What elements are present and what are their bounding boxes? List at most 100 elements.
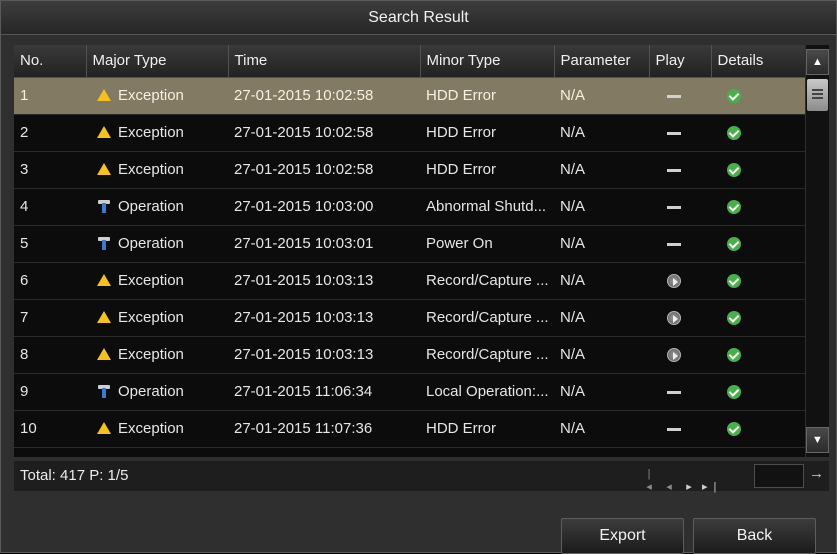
col-header-major-type[interactable]: Major Type xyxy=(86,45,229,78)
cell-details[interactable] xyxy=(711,225,805,263)
cell-details[interactable] xyxy=(711,262,805,300)
scroll-down-button[interactable]: ▼ xyxy=(806,427,829,453)
table-row[interactable]: 2 Exception 27-01-2015 10:02:58 HDD Error N/… xyxy=(14,114,805,152)
cell-parameter: N/A xyxy=(554,114,649,152)
go-arrow-icon[interactable]: → xyxy=(809,465,824,482)
cell-play xyxy=(649,151,711,189)
cell-no: 1 xyxy=(14,77,86,115)
cell-time: 27-01-2015 11:06:34 xyxy=(228,373,420,411)
page-number-input[interactable] xyxy=(754,464,804,488)
cell-details[interactable] xyxy=(711,77,805,115)
cell-details[interactable] xyxy=(711,188,805,226)
table-row[interactable]: 6 Exception 27-01-2015 10:03:13 Record/Capt… xyxy=(14,262,805,300)
major-type-label: Exception xyxy=(118,87,184,104)
table-row[interactable]: 5 Operation 27-01-2015 10:03:01 Power On N/A xyxy=(14,225,805,263)
details-check-icon[interactable] xyxy=(727,126,741,141)
cell-play xyxy=(649,410,711,448)
dash-icon xyxy=(667,94,681,98)
warning-icon xyxy=(96,87,112,104)
cell-no: 7 xyxy=(14,299,86,337)
scroll-up-button[interactable]: ▲ xyxy=(806,49,829,75)
details-check-icon[interactable] xyxy=(727,163,741,178)
cell-play[interactable] xyxy=(649,262,711,300)
table-row[interactable]: 4 Operation 27-01-2015 10:03:00 Abnormal Sh… xyxy=(14,188,805,226)
table-row[interactable]: 3 Exception 27-01-2015 10:02:58 HDD Error N/… xyxy=(14,151,805,189)
cell-minor-type: Record/Capture ... xyxy=(420,336,554,374)
play-icon[interactable] xyxy=(667,274,681,289)
cell-no: 5 xyxy=(14,225,86,263)
cell-no: 9 xyxy=(14,373,86,411)
operation-icon xyxy=(96,198,112,215)
cell-parameter: N/A xyxy=(554,410,649,448)
back-button[interactable]: Back xyxy=(693,518,816,554)
cell-play[interactable] xyxy=(649,336,711,374)
cell-major-type: Operation xyxy=(86,188,228,226)
table-row[interactable]: 9 Operation 27-01-2015 11:06:34 Local Opera… xyxy=(14,373,805,411)
warning-icon xyxy=(96,309,112,326)
play-icon[interactable] xyxy=(667,348,681,363)
cell-parameter: N/A xyxy=(554,225,649,263)
pagination-bar: Total: 417 P: 1/5 |◂ ◂ ▸ ▸| → xyxy=(14,461,829,493)
details-check-icon[interactable] xyxy=(727,237,741,252)
first-page-icon[interactable]: |◂ xyxy=(642,468,662,493)
major-type-label: Exception xyxy=(118,346,184,363)
details-check-icon[interactable] xyxy=(727,385,741,400)
details-check-icon[interactable] xyxy=(727,89,741,104)
cell-play xyxy=(649,114,711,152)
col-header-details[interactable]: Details xyxy=(711,45,805,78)
col-header-play[interactable]: Play xyxy=(649,45,712,78)
prev-page-icon[interactable]: ◂ xyxy=(662,480,682,493)
operation-icon xyxy=(96,383,112,400)
cell-time: 27-01-2015 10:03:13 xyxy=(228,299,420,337)
cell-details[interactable] xyxy=(711,151,805,189)
cell-no: 8 xyxy=(14,336,86,374)
col-header-minor-type[interactable]: Minor Type xyxy=(420,45,555,78)
cell-details[interactable] xyxy=(711,373,805,411)
cell-details[interactable] xyxy=(711,336,805,374)
major-type-label: Operation xyxy=(118,383,184,400)
export-button[interactable]: Export xyxy=(561,518,684,554)
cell-major-type: Exception xyxy=(86,299,228,337)
cell-play[interactable] xyxy=(649,299,711,337)
col-header-time[interactable]: Time xyxy=(228,45,421,78)
cell-time: 27-01-2015 10:03:01 xyxy=(228,225,420,263)
dash-icon xyxy=(667,131,681,135)
dash-icon xyxy=(667,427,681,431)
table-row-partial xyxy=(14,447,805,457)
cell-minor-type: Record/Capture ... xyxy=(420,299,554,337)
cell-play xyxy=(649,225,711,263)
details-check-icon[interactable] xyxy=(727,274,741,289)
scroll-thumb[interactable] xyxy=(807,79,828,111)
major-type-label: Exception xyxy=(118,309,184,326)
cell-time: 27-01-2015 10:03:00 xyxy=(228,188,420,226)
warning-icon xyxy=(96,272,112,289)
cell-parameter: N/A xyxy=(554,151,649,189)
major-type-label: Exception xyxy=(118,420,184,437)
cell-details[interactable] xyxy=(711,114,805,152)
col-header-parameter[interactable]: Parameter xyxy=(554,45,650,78)
details-check-icon[interactable] xyxy=(727,348,741,363)
cell-minor-type: HDD Error xyxy=(420,77,554,115)
cell-time: 27-01-2015 10:02:58 xyxy=(228,77,420,115)
dash-icon xyxy=(667,205,681,209)
table-row[interactable]: 7 Exception 27-01-2015 10:03:13 Record/Capt… xyxy=(14,299,805,337)
cell-details[interactable] xyxy=(711,299,805,337)
details-check-icon[interactable] xyxy=(727,311,741,326)
next-page-icon[interactable]: ▸ xyxy=(682,480,702,493)
table-row[interactable]: 1 Exception 27-01-2015 10:02:58 HDD Error N/… xyxy=(14,77,805,115)
cell-parameter: N/A xyxy=(554,299,649,337)
play-icon[interactable] xyxy=(667,311,681,326)
last-page-icon[interactable]: ▸| xyxy=(702,480,722,493)
cell-no: 10 xyxy=(14,410,86,448)
table-row[interactable]: 8 Exception 27-01-2015 10:03:13 Record/Capt… xyxy=(14,336,805,374)
cell-minor-type: HDD Error xyxy=(420,410,554,448)
details-check-icon[interactable] xyxy=(727,200,741,215)
details-check-icon[interactable] xyxy=(727,422,741,437)
cell-details[interactable] xyxy=(711,410,805,448)
cell-no: 2 xyxy=(14,114,86,152)
table-row[interactable]: 10 Exception 27-01-2015 11:07:36 HDD Error N… xyxy=(14,410,805,448)
cell-major-type: Operation xyxy=(86,225,228,263)
table-scrollbar[interactable]: ▲ ▼ xyxy=(806,45,829,457)
col-header-no[interactable]: No. xyxy=(14,45,87,78)
dash-icon xyxy=(667,390,681,394)
